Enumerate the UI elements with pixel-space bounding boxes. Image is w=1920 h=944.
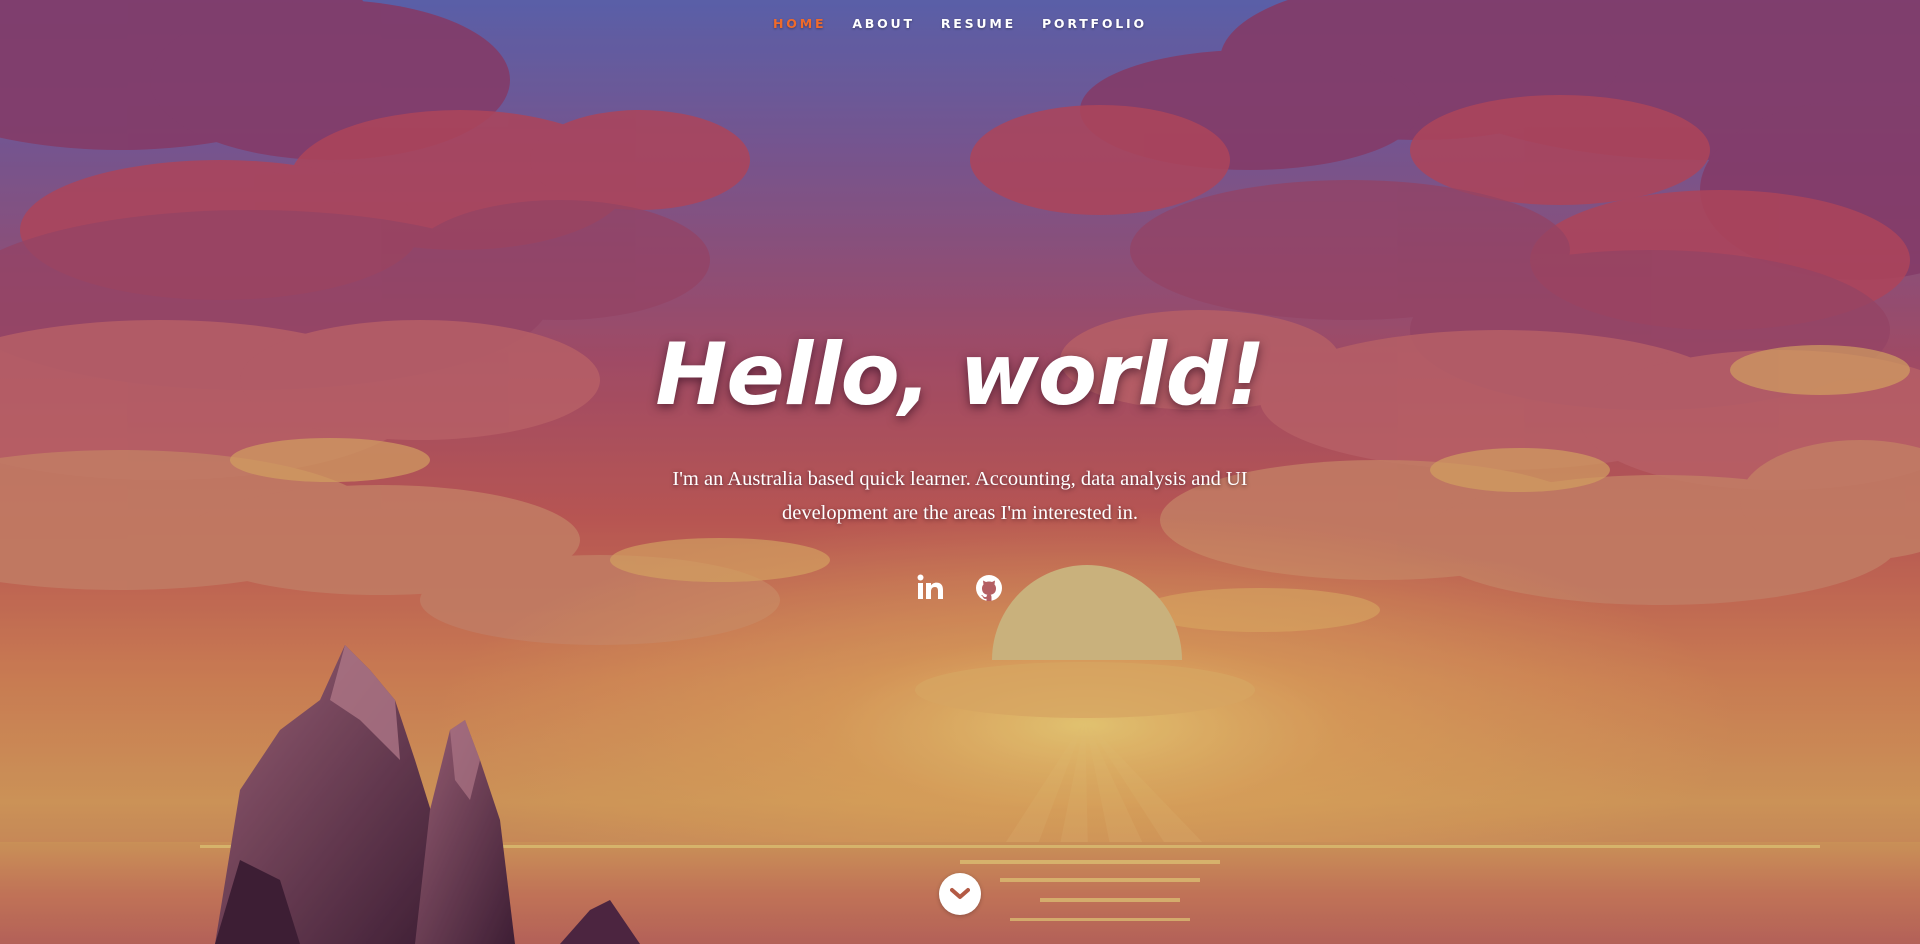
nav-about[interactable]: ABOUT [839,16,928,31]
social-item-github [973,572,1005,604]
scroll-down-button[interactable] [939,873,981,915]
github-link[interactable] [973,572,1005,604]
linkedin-link[interactable] [915,572,947,604]
social-item-linkedin [915,572,947,604]
nav-portfolio[interactable]: PORTFOLIO [1029,16,1160,31]
nav-resume[interactable]: RESUME [928,16,1029,31]
social-links [0,572,1920,604]
intro-text: I'm an Australia based quick learner. Ac… [672,468,1248,524]
hero-section: HOME ABOUT RESUME PORTFOLIO Hello, world… [0,0,1920,944]
nav-home[interactable]: HOME [760,16,839,31]
chevron-down-icon [950,888,970,899]
github-icon [976,575,1002,601]
headline: Hello, world! [655,325,1265,425]
main-nav: HOME ABOUT RESUME PORTFOLIO [0,0,1920,46]
linkedin-icon [917,574,943,599]
